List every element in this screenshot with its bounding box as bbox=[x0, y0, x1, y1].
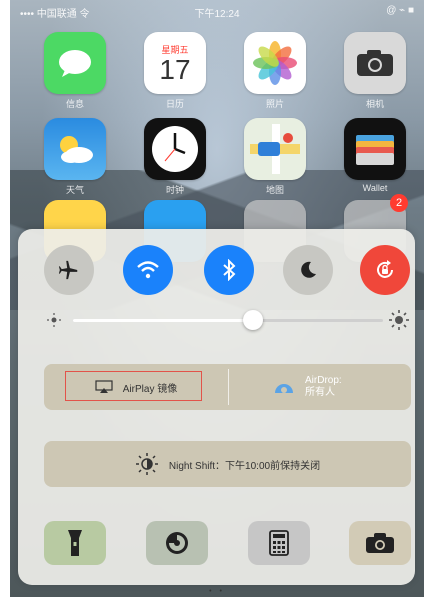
airdrop-icon bbox=[275, 384, 293, 393]
flashlight-button[interactable] bbox=[44, 521, 106, 565]
notification-badge: 2 bbox=[390, 194, 408, 212]
app-label: 相机 bbox=[365, 99, 384, 109]
flashlight-icon bbox=[68, 530, 82, 556]
camera-icon bbox=[344, 32, 406, 94]
app-label: 天气 bbox=[65, 185, 84, 195]
rotation-lock-icon bbox=[377, 260, 393, 278]
status-bar: •••• 中国联通 令 下午12:24 @ ⌁ ■ bbox=[10, 0, 424, 22]
status-time: 下午12:24 bbox=[194, 9, 240, 20]
calendar-icon: 星期五 17 bbox=[144, 32, 206, 94]
maps-icon bbox=[244, 118, 306, 180]
airplay-label: AirPlay 镜像 bbox=[122, 383, 178, 395]
brightness-thumb[interactable] bbox=[242, 310, 263, 330]
airplane-mode-toggle[interactable] bbox=[44, 245, 94, 295]
app-calendar[interactable]: 星期五 17 日历 bbox=[140, 32, 210, 110]
phone-screen: •••• 中国联通 令 下午12:24 @ ⌁ ■ 信息 星期五 17 日历 照… bbox=[10, 0, 424, 597]
photos-icon bbox=[244, 32, 306, 94]
airdrop-label-line2: 所有人 bbox=[305, 387, 335, 398]
messages-icon bbox=[44, 32, 106, 94]
clock-icon bbox=[144, 118, 206, 180]
app-weather[interactable]: 天气 bbox=[40, 118, 110, 196]
brightness-fill bbox=[73, 319, 253, 322]
battery-status: @ ⌁ ■ bbox=[386, 5, 414, 16]
page-indicator: • • bbox=[209, 588, 225, 595]
calendar-day: 17 bbox=[159, 53, 191, 85]
brightness-slider[interactable] bbox=[73, 310, 383, 330]
night-shift-icon bbox=[135, 453, 158, 475]
wifi-toggle[interactable] bbox=[123, 245, 173, 295]
camera-icon bbox=[366, 533, 394, 553]
do-not-disturb-toggle[interactable] bbox=[283, 245, 333, 295]
app-wallet[interactable]: Wallet bbox=[340, 118, 410, 193]
app-label: 时钟 bbox=[165, 185, 184, 195]
calculator-icon bbox=[269, 530, 289, 556]
bluetooth-icon bbox=[223, 259, 236, 281]
app-label: Wallet bbox=[362, 183, 388, 193]
airdrop-button[interactable]: AirDrop: 所有人 bbox=[229, 364, 411, 410]
bluetooth-toggle[interactable] bbox=[204, 245, 254, 295]
app-label: 地图 bbox=[265, 185, 284, 195]
night-shift-button[interactable]: Night Shift：下午10:00前保持关闭 bbox=[44, 441, 411, 487]
weather-icon bbox=[44, 118, 106, 180]
airplane-icon bbox=[58, 260, 78, 280]
app-label: 信息 bbox=[65, 99, 84, 109]
app-clock[interactable]: 时钟 bbox=[140, 118, 210, 196]
wallet-icon bbox=[344, 118, 406, 180]
app-photos[interactable]: 照片 bbox=[240, 32, 310, 110]
app-label: 照片 bbox=[265, 99, 284, 109]
calculator-button[interactable] bbox=[248, 521, 310, 565]
camera-button[interactable] bbox=[349, 521, 411, 565]
airplay-icon bbox=[95, 380, 113, 393]
app-messages[interactable]: 信息 bbox=[40, 32, 110, 110]
app-label: 日历 bbox=[165, 99, 184, 109]
brightness-high-icon bbox=[389, 310, 409, 330]
airplay-mirroring-button[interactable]: AirPlay 镜像 bbox=[44, 364, 228, 410]
night-shift-label: Night Shift：下午10:00前保持关闭 bbox=[168, 460, 321, 472]
control-center: AirPlay 镜像 AirDrop: 所有人 Night Shift：下午10… bbox=[18, 229, 415, 585]
app-maps[interactable]: 地图 bbox=[240, 118, 310, 196]
timer-button[interactable] bbox=[146, 521, 208, 565]
rotation-lock-toggle[interactable] bbox=[360, 245, 410, 295]
airdrop-label-line1: AirDrop: bbox=[305, 375, 342, 386]
brightness-low-icon bbox=[47, 313, 61, 327]
app-camera[interactable]: 相机 bbox=[340, 32, 410, 110]
wifi-icon bbox=[137, 261, 159, 279]
moon-icon bbox=[301, 261, 316, 278]
timer-icon bbox=[166, 532, 188, 554]
